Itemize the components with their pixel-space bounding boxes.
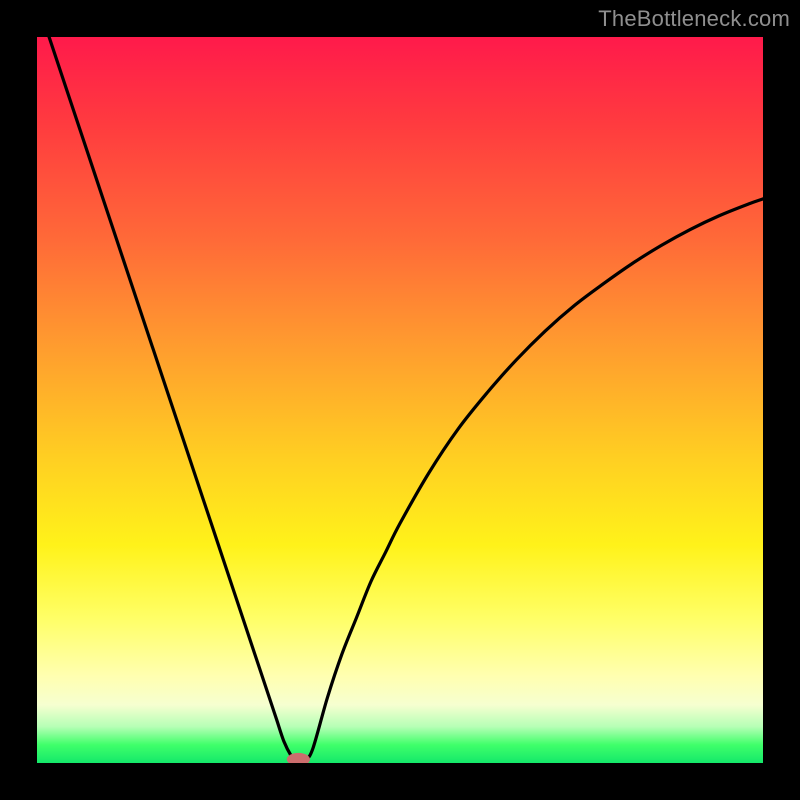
watermark-text: TheBottleneck.com xyxy=(598,6,790,32)
chart-gradient-background xyxy=(37,37,763,763)
chart-frame: TheBottleneck.com xyxy=(0,0,800,800)
